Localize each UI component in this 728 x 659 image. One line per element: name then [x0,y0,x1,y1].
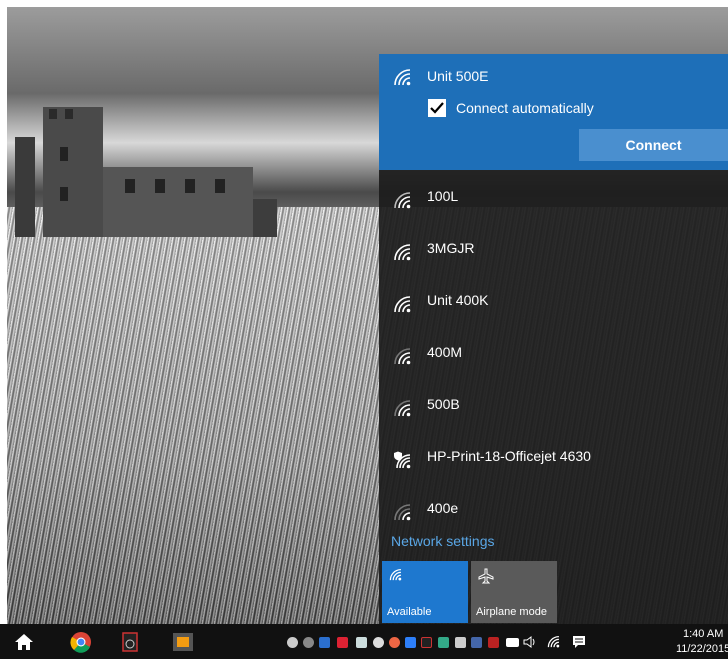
monitor-icon[interactable] [455,637,466,648]
airplane-tile-label: Airplane mode [476,606,547,618]
wifi-icon[interactable] [545,624,563,659]
network-item-100L[interactable]: 100L [379,171,728,223]
airplane-mode-tile[interactable]: Airplane mode [471,561,557,623]
network-name: 500B [427,396,460,412]
network-item-unit-400k[interactable]: Unit 400K [379,275,728,327]
wifi-icon [394,400,411,417]
wifi-icon [389,568,402,581]
tray-app-icon[interactable] [319,637,330,648]
wifi-icon [394,504,411,521]
clock-date[interactable]: 11/22/2015 [676,643,728,655]
notification-icon[interactable] [570,624,588,659]
wifi-icon [394,348,411,365]
start-icon[interactable] [12,624,36,659]
network-item-500B[interactable]: 500B [379,379,728,431]
wifi-icon [394,69,411,86]
wifi-icon [394,244,411,261]
network-name: 100L [427,188,459,204]
network-item-3MGJR[interactable]: 3MGJR [379,223,728,275]
connect-automatically-checkbox[interactable] [428,99,446,117]
tray-app-icon[interactable] [471,637,482,648]
battery-icon[interactable] [506,638,519,647]
bluetooth-icon[interactable] [405,637,416,648]
wifi-toggle-tile[interactable]: Available [382,561,468,623]
network-settings-link[interactable]: Network settings [391,533,494,549]
network-name: 400M [427,344,463,360]
tray-app-icon[interactable] [438,637,449,648]
tray-app-icon[interactable] [337,637,348,648]
network-flyout: Unit 500E Connect automatically Connect … [379,54,728,624]
network-name: Unit 400K [427,292,489,308]
network-item-400M[interactable]: 400M [379,327,728,379]
network-item-400e[interactable]: 400e [379,483,728,535]
tray-app-icon[interactable] [421,637,432,648]
onedrive-icon[interactable] [303,637,314,648]
checkmark-icon [430,102,444,114]
clock-time[interactable]: 1:40 AM [683,628,723,640]
bell-icon[interactable] [373,637,384,648]
dropbox-icon[interactable] [356,637,367,648]
chrome-icon[interactable] [68,624,94,659]
sublime-icon[interactable] [171,624,195,659]
network-name: HP-Print-18-Officejet 4630 [427,448,591,464]
network-name: 3MGJR [427,240,475,256]
taskbar: 1:40 AM 11/22/2015 [0,624,728,659]
mcafee-icon[interactable] [488,637,499,648]
wifi-icon [394,296,411,313]
connect-button[interactable]: Connect [579,129,728,161]
wifi-icon [394,192,411,209]
wallpaper-castle [15,107,277,237]
clock-app-icon[interactable] [120,624,140,659]
network-item-hp-print[interactable]: HP-Print-18-Officejet 4630 [379,431,728,483]
network-name: 400e [427,500,459,516]
connect-automatically-label: Connect automatically [456,100,594,116]
wifi-secured-icon [394,451,411,469]
selected-network-panel[interactable]: Unit 500E Connect automatically Connect [379,54,728,170]
volume-icon[interactable] [522,624,538,659]
tray-app-icon[interactable] [287,637,298,648]
selected-network-name: Unit 500E [427,68,489,84]
airplane-icon [478,568,494,584]
tray-app-icon[interactable] [389,637,400,648]
wifi-tile-label: Available [387,606,432,618]
